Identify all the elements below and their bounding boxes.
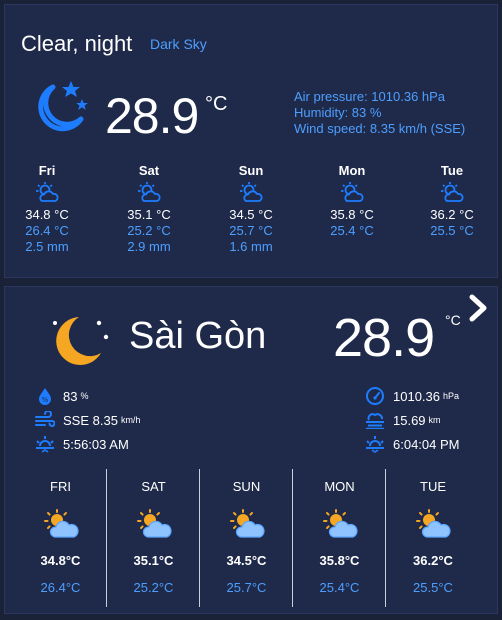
forecast-high: 35.1 °C (127, 207, 171, 222)
provider-link[interactable]: Dark Sky (150, 36, 207, 52)
current-temperature: 28.9 (105, 88, 199, 144)
weather-details: Air pressure: 1010.36 hPa Humidity: 83 %… (294, 89, 465, 137)
forecast-rain: 2.5 mm (25, 239, 69, 254)
humidity: Humidity: 83 % (294, 105, 382, 120)
partly-cloudy-icon (137, 181, 161, 203)
forecast-low: 26.4°C (40, 580, 81, 595)
sunrise-row: 5:56:03 AM (35, 435, 129, 453)
forecast-day: Tue 36.2 °C 25.5 °C (412, 163, 492, 239)
visibility-value: 15.69 (393, 412, 426, 428)
partly-cloudy-icon (229, 509, 265, 539)
forecast-low: 25.5 °C (430, 223, 474, 238)
sunset-time: 6:04:04 PM (393, 436, 460, 452)
gauge-icon (366, 387, 384, 405)
wind-row: SSE 8.35 km/h (35, 411, 140, 429)
visibility-unit: km (428, 415, 441, 425)
forecast-day-name: TUE (420, 479, 446, 494)
sunset-row: 6:04:04 PM (365, 435, 460, 453)
pressure-row: 1010.36 hPa (365, 387, 459, 405)
forecast-column: SAT 35.1°C 25.2°C (108, 469, 200, 607)
forecast-day-name: SAT (141, 479, 166, 494)
visibility-row: 15.69 km (365, 411, 441, 429)
forecast-day-name: MON (324, 479, 355, 494)
city-name: Sài Gòn (129, 315, 267, 357)
forecast-column: SUN 34.5°C 25.7°C (201, 469, 293, 607)
forecast-low: 25.2 °C (127, 223, 171, 238)
wind-icon (35, 411, 55, 427)
fog-icon (366, 413, 384, 429)
forecast-day-name: Mon (338, 163, 366, 178)
forecast-low: 25.5°C (413, 580, 453, 595)
condition-title: Clear, night (21, 31, 133, 56)
humidity-drop-icon: % (39, 388, 51, 405)
humidity-value: 83 (63, 388, 78, 404)
forecast-day: Mon 35.8 °C 25.4 °C (312, 163, 392, 239)
partly-cloudy-icon (415, 509, 451, 539)
forecast-rain: 1.6 mm (229, 239, 273, 254)
forecast-high: 36.2°C (413, 553, 453, 568)
sunrise-icon (36, 436, 54, 453)
humidity-unit: % (80, 391, 89, 401)
moon-stars-icon (38, 81, 88, 132)
forecast-low: 26.4 °C (25, 223, 69, 238)
forecast-day-name: Tue (440, 163, 464, 178)
forecast-rain: 2.9 mm (127, 239, 171, 254)
forecast-day-name: Sat (138, 163, 160, 178)
wind-value: SSE 8.35 (63, 412, 118, 428)
forecast-high: 35.8°C (319, 553, 360, 568)
partly-cloudy-icon (136, 509, 172, 539)
humidity-row: % 83 % (35, 387, 88, 405)
forecast-low: 25.2°C (133, 580, 174, 595)
forecast-low: 25.7°C (226, 580, 267, 595)
chevron-right-icon[interactable] (465, 293, 491, 323)
svg-text:%: % (42, 396, 49, 404)
partly-cloudy-icon (35, 181, 59, 203)
wind-speed: Wind speed: 8.35 km/h (SSE) (294, 121, 466, 136)
forecast-low: 25.4°C (319, 580, 360, 595)
partly-cloudy-icon (43, 509, 79, 539)
partly-cloudy-icon (239, 181, 263, 203)
partly-cloudy-icon (340, 181, 364, 203)
wind-unit: km/h (120, 415, 141, 425)
pressure-unit: hPa (443, 391, 460, 401)
moon-icon (53, 317, 109, 365)
forecast-day-name: Sun (238, 163, 264, 178)
forecast-high: 36.2 °C (430, 207, 474, 222)
forecast-high: 34.8°C (40, 553, 81, 568)
air-pressure: Air pressure: 1010.36 hPa (294, 89, 446, 104)
forecast-column: TUE 36.2°C 25.5°C (387, 469, 479, 607)
forecast-day-name: Fri (38, 163, 56, 178)
forecast-column: FRI 34.8°C 26.4°C (15, 469, 107, 607)
forecast-low: 25.7 °C (229, 223, 273, 238)
city-temperature-unit: °C (445, 312, 461, 328)
forecast-high: 34.8 °C (25, 207, 69, 222)
partly-cloudy-icon (440, 181, 464, 203)
forecast-day: Sun 34.5 °C 25.7 °C 1.6 mm (211, 163, 291, 255)
weather-card: Clear, night Dark Sky 28.9 °C Air pressu… (4, 4, 498, 278)
pressure-value: 1010.36 (393, 388, 440, 404)
forecast-column: MON 35.8°C 25.4°C (294, 469, 386, 607)
forecast-high: 34.5°C (226, 553, 267, 568)
city-weather-card: Sài Gòn 28.9 °C % 83 % SSE 8.35 km/h 5:5… (4, 286, 498, 614)
forecast-day-name: SUN (232, 479, 261, 494)
city-temperature: 28.9 (333, 308, 435, 368)
partly-cloudy-icon (322, 509, 358, 539)
forecast-high: 34.5 °C (229, 207, 273, 222)
forecast-low: 25.4 °C (330, 223, 374, 238)
forecast-high: 35.8 °C (330, 207, 374, 222)
sunrise-time: 5:56:03 AM (63, 436, 129, 452)
forecast-day: Fri 34.8 °C 26.4 °C 2.5 mm (7, 163, 87, 255)
forecast-high: 35.1°C (133, 553, 174, 568)
temperature-unit: °C (205, 93, 228, 115)
forecast-day-name: FRI (50, 479, 71, 494)
forecast-grid: FRI 34.8°C 26.4°C SAT 35.1°C 25.2°C SUN … (15, 469, 489, 607)
sunset-icon (366, 436, 384, 453)
forecast-row: Fri 34.8 °C 26.4 °C 2.5 mm Sat 35.1 °C 2… (5, 163, 499, 263)
forecast-day: Sat 35.1 °C 25.2 °C 2.9 mm (109, 163, 189, 255)
